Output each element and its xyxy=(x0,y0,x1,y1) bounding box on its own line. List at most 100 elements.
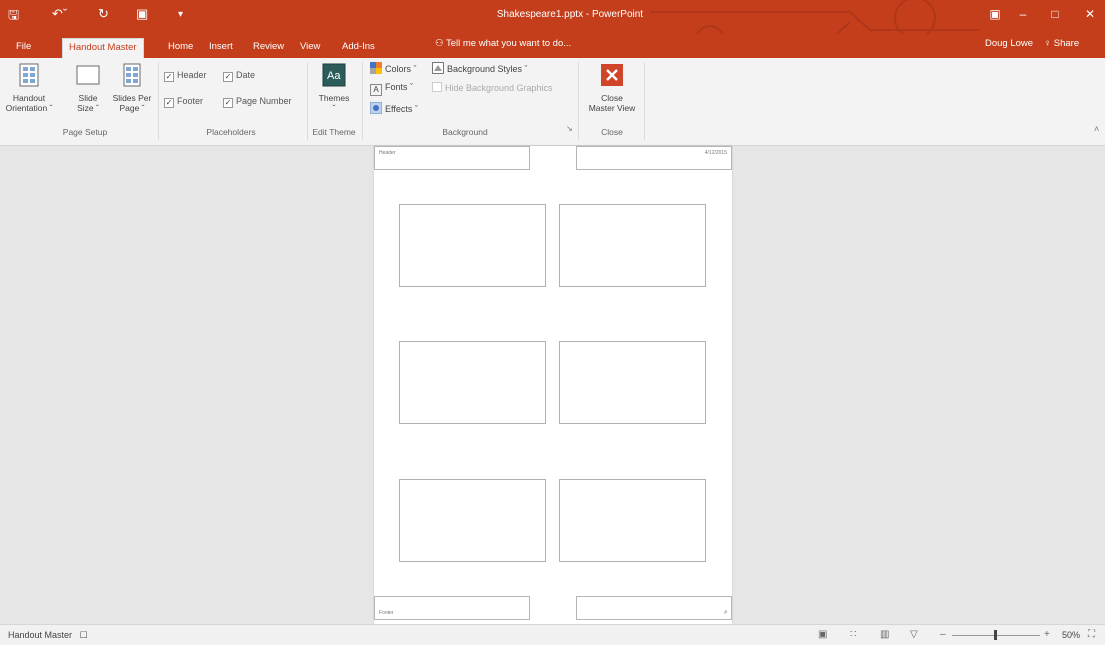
slides-per-page-label-1: Slides Per xyxy=(112,93,152,103)
checkbox-checked-icon: ✓ xyxy=(164,72,174,82)
tab-review[interactable]: Review xyxy=(247,38,290,58)
handout-orientation-label-2: Orientation ˇ xyxy=(5,103,53,113)
footer-placeholder[interactable]: Footer xyxy=(374,596,530,620)
group-label-background: Background xyxy=(442,127,488,137)
ribbon: Handout Orientation ˇ Slide Size ˇ Slide… xyxy=(0,58,1105,146)
zoom-slider-thumb[interactable] xyxy=(994,630,997,640)
close-master-view-label-2: Master View xyxy=(588,103,636,113)
slides-per-page-button[interactable]: Slides Per Page ˇ xyxy=(109,62,155,113)
date-checkbox[interactable]: ✓ Date xyxy=(223,70,255,82)
fonts-icon: A xyxy=(370,84,382,96)
svg-text:Aa: Aa xyxy=(327,70,341,82)
group-separator xyxy=(307,62,308,140)
header-checkbox-label: Header xyxy=(177,70,207,80)
lightbulb-icon: ⚇ xyxy=(435,38,444,49)
date-placeholder[interactable]: 4/12/2015 xyxy=(576,146,732,170)
colors-label: Colors ˇ xyxy=(385,64,417,74)
slide-sorter-icon[interactable]: ∷ xyxy=(850,629,856,640)
group-separator xyxy=(158,62,159,140)
status-mode-label: Handout Master xyxy=(8,630,73,640)
slide-placeholder[interactable] xyxy=(399,341,546,424)
undo-icon[interactable]: ↶ˇ xyxy=(52,6,67,22)
group-label-placeholders: Placeholders xyxy=(206,127,256,137)
user-name[interactable]: Doug Lowe xyxy=(985,38,1033,49)
background-styles-button[interactable]: Background Styles ˇ xyxy=(432,62,528,74)
close-master-view-label-1: Close xyxy=(601,93,623,103)
effects-icon xyxy=(370,102,382,114)
themes-button[interactable]: Aa Themes ˇ xyxy=(312,62,356,113)
colors-button[interactable]: Colors ˇ xyxy=(370,62,417,74)
group-separator xyxy=(362,62,363,140)
effects-label: Effects ˇ xyxy=(385,104,418,114)
share-button[interactable]: ♀ Share xyxy=(1044,38,1079,49)
collapse-ribbon-icon[interactable]: ˄ xyxy=(1094,124,1099,134)
tab-insert[interactable]: Insert xyxy=(203,38,239,58)
tab-file[interactable]: File xyxy=(10,38,37,58)
zoom-slider[interactable] xyxy=(952,630,1040,640)
header-placeholder-text: Header xyxy=(379,150,396,156)
effects-button[interactable]: Effects ˇ xyxy=(370,102,418,114)
close-window-button[interactable]: ✕ xyxy=(1075,4,1105,24)
hide-background-graphics-label: Hide Background Graphics xyxy=(445,83,553,93)
date-placeholder-text: 4/12/2015 xyxy=(704,150,727,156)
header-checkbox[interactable]: ✓ Header xyxy=(164,70,207,82)
accessibility-icon[interactable]: ☐ xyxy=(80,630,88,640)
fit-slide-icon[interactable]: ⛶ xyxy=(1088,629,1095,640)
status-mode: Handout Master ☐ xyxy=(8,630,88,641)
page-number-placeholder[interactable]: # xyxy=(576,596,732,620)
group-label-close: Close xyxy=(601,127,623,137)
tab-home[interactable]: Home xyxy=(162,38,199,58)
zoom-level[interactable]: 50% xyxy=(1062,630,1080,640)
redo-icon[interactable]: ↻ xyxy=(98,6,109,22)
minimize-button[interactable]: – xyxy=(1008,4,1038,24)
fonts-label: Fonts ˇ xyxy=(385,82,414,92)
person-icon: ♀ xyxy=(1044,38,1052,49)
slide-size-icon xyxy=(76,65,100,85)
chevron-down-icon: ˇ xyxy=(332,103,336,113)
slide-placeholder[interactable] xyxy=(559,479,706,562)
share-label: Share xyxy=(1053,38,1080,49)
slide-placeholder[interactable] xyxy=(399,479,546,562)
maximize-button[interactable]: □ xyxy=(1040,4,1070,24)
header-placeholder[interactable]: Header xyxy=(374,146,530,170)
tab-add-ins[interactable]: Add-Ins xyxy=(336,38,381,58)
zoom-in-icon[interactable]: + xyxy=(1044,629,1050,640)
group-label-page-setup: Page Setup xyxy=(62,127,108,137)
start-from-beginning-icon[interactable]: ▣ xyxy=(136,6,148,22)
slides-per-page-icon xyxy=(123,63,141,87)
save-icon[interactable]: 🖫 xyxy=(8,6,19,28)
group-separator xyxy=(644,62,645,140)
slide-size-label-2: Size ˇ xyxy=(77,103,99,113)
slide-placeholder[interactable] xyxy=(559,204,706,287)
tab-handout-master[interactable]: Handout Master xyxy=(62,38,144,58)
tell-me-box[interactable]: ⚇ Tell me what you want to do... xyxy=(435,38,571,49)
slide-placeholder[interactable] xyxy=(559,341,706,424)
date-checkbox-label: Date xyxy=(236,70,256,80)
handout-orientation-label-1: Handout xyxy=(12,93,46,103)
page-number-placeholder-text: # xyxy=(724,610,727,616)
footer-checkbox[interactable]: ✓ Footer xyxy=(164,96,203,108)
close-icon xyxy=(601,64,623,86)
title-bar: 🖫 ↶ˇ ↻ ▣ ▾ Shakespeare1.pptx - PowerPoin… xyxy=(0,0,1105,34)
slide-placeholder[interactable] xyxy=(399,204,546,287)
normal-view-icon[interactable]: ▣ xyxy=(818,629,827,640)
slide-size-button[interactable]: Slide Size ˇ xyxy=(68,62,108,113)
fonts-button[interactable]: A Fonts ˇ xyxy=(370,82,413,96)
slide-size-label-1: Slide xyxy=(78,93,98,103)
checkbox-checked-icon: ✓ xyxy=(223,98,233,108)
hide-background-graphics-checkbox[interactable]: Hide Background Graphics xyxy=(432,82,553,93)
page-number-checkbox[interactable]: ✓ Page Number xyxy=(223,96,292,108)
tab-view[interactable]: View xyxy=(294,38,326,58)
format-background-launcher-icon[interactable]: ↘ xyxy=(566,124,573,133)
handout-orientation-button[interactable]: Handout Orientation ˇ xyxy=(4,62,54,113)
reading-view-icon[interactable]: ▥ xyxy=(880,629,889,640)
close-master-view-button[interactable]: Close Master View xyxy=(584,62,640,113)
checkbox-checked-icon: ✓ xyxy=(223,72,233,82)
customize-qat-icon[interactable]: ▾ xyxy=(178,9,183,20)
zoom-out-icon[interactable]: – xyxy=(940,629,946,640)
handout-orientation-icon xyxy=(19,63,39,87)
themes-label: Themes xyxy=(318,93,350,103)
handout-page: Header 4/12/2015 Footer # xyxy=(374,146,732,624)
slide-show-icon[interactable]: ▽ xyxy=(910,629,918,640)
ribbon-display-options-icon[interactable]: ▣ xyxy=(980,4,1010,24)
